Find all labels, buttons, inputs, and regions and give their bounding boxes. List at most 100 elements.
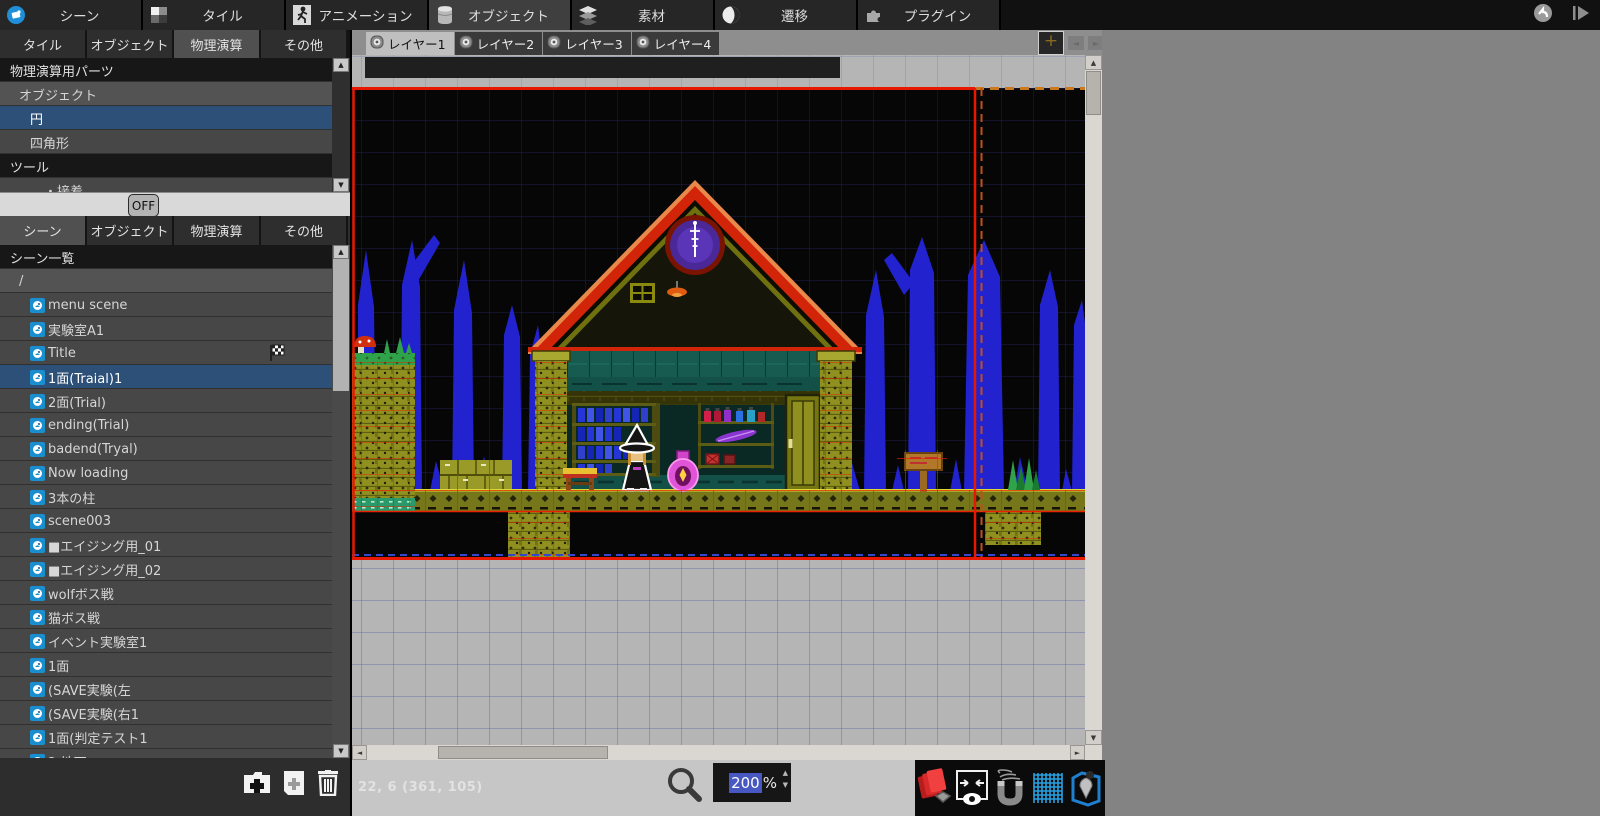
panel-tab[interactable]: その他 [261,216,346,245]
canvas-horizontal-scrollbar[interactable]: ◄ ► [352,745,1085,760]
scene-thumbnail-icon [30,346,45,361]
panel-tab[interactable]: オブジェクト [87,30,172,58]
scene-list-item[interactable]: 猫ボス戦 [0,605,332,629]
physics-toggle-bar: OFF [0,192,350,216]
scene-list-item[interactable]: Title [0,341,332,365]
scroll-up-arrow[interactable]: ▲ [333,58,349,72]
scene-list-item[interactable]: Now loading [0,461,332,485]
tab-tile[interactable]: タイル [143,0,286,30]
converge-view-tool-button[interactable] [954,766,990,810]
magnet-tool-button[interactable] [992,766,1028,810]
scene-list-item[interactable]: / [0,269,332,293]
panel-tab[interactable]: その他 [261,30,346,58]
scrollbar-thumb[interactable] [1086,71,1101,115]
panel-tab[interactable]: 物理演算 [174,30,259,58]
scene-list-item[interactable]: scene003 [0,509,332,533]
physics-list-item[interactable]: オブジェクト [0,82,332,106]
scene-list-item[interactable]: 実験室A1 [0,317,332,341]
undo-button[interactable] [1532,2,1554,28]
canvas-vertical-scrollbar[interactable]: ▲ ▼ [1085,55,1102,745]
canvas-tool-strip [915,760,1105,816]
panel-tab[interactable]: タイル [0,30,85,58]
scene-list-item[interactable]: 1面 [0,653,332,677]
scene-list-item[interactable]: ending(Trial) [0,413,332,437]
add-layer-button[interactable]: + [1038,31,1064,55]
scene-list-item[interactable]: イベント実験室1 [0,629,332,653]
scene-list-item[interactable]: badend(Tryal) [0,437,332,461]
canvas-status-bar: 22, 6 (361, 105) 200% ▲▼ [352,760,1105,816]
scene-list-item[interactable]: (SAVE実験(右1 [0,701,332,725]
plugin-icon [862,3,886,27]
physics-list-item[interactable]: ツール [0,154,332,178]
add-folder-button[interactable] [243,769,271,797]
cursor-coordinates: 22, 6 (361, 105) [358,780,483,795]
physics-parts-list: 物理演算用パーツ オブジェクト 円 四角形 ツール ・接着 [0,58,332,192]
scrollbar-thumb[interactable] [333,259,349,391]
scene-canvas[interactable] [352,55,1085,745]
scene-thumbnail-icon [30,322,45,337]
scene-thumbnail-icon [30,706,45,721]
scene-thumbnail-icon [30,394,45,409]
physics-list-item[interactable]: 四角形 [0,130,332,154]
scene-list-scrollbar[interactable]: ▲ ▼ [332,245,350,758]
object-icon [433,3,457,27]
scene-list-item[interactable]: menu scene [0,293,332,317]
scroll-up-arrow[interactable]: ▲ [333,245,349,259]
scene-list-item[interactable]: 2:地下 [0,749,332,758]
tab-plugin[interactable]: プラグイン [858,0,1001,30]
scene-list-toolbar [0,758,350,816]
canvas-margin-top [352,55,1085,88]
layer-tab[interactable]: レイヤー2 [455,32,543,55]
physics-list-item[interactable]: ・接着 [0,178,332,192]
scroll-down-arrow[interactable]: ▼ [1085,730,1102,745]
scene-list-item[interactable]: 2面(Trial) [0,389,332,413]
tab-scene[interactable]: シーン [0,0,143,30]
material-icon [576,3,600,27]
scene-thumbnail-icon [30,586,45,601]
map-flag-tool-button[interactable] [1068,766,1104,810]
physics-off-toggle[interactable]: OFF [128,194,159,217]
scene-list-item[interactable]: wolfボス戦 [0,581,332,605]
tab-material[interactable]: 素材 [572,0,715,30]
tab-object[interactable]: オブジェクト [429,0,572,30]
tile-icon [147,3,171,27]
scroll-down-arrow[interactable]: ▼ [333,178,349,192]
scroll-down-arrow[interactable]: ▼ [333,744,349,758]
scroll-up-arrow[interactable]: ▲ [1085,55,1102,70]
scene-list-item[interactable]: 1面(判定テスト1 [0,725,332,749]
physics-list-scrollbar[interactable]: ▲ ▼ [332,58,350,192]
scene-list-item[interactable]: 3本の柱 [0,485,332,509]
add-scene-button[interactable] [280,769,308,797]
layer-visibility-icon [370,35,384,52]
physics-list-item[interactable]: 円 [0,106,332,130]
layer-visibility-icon [636,35,650,52]
layer-tab[interactable]: レイヤー1 [366,32,454,55]
zoom-spinner[interactable]: ▲▼ [783,770,788,789]
layer-tab[interactable]: レイヤー4 [632,32,720,55]
delete-button[interactable] [314,769,342,797]
layer-visibility-icon [547,35,561,52]
grid-tool-button[interactable] [1030,766,1066,810]
scene-list-item[interactable]: ■エイジング用_02 [0,557,332,581]
scene-thumbnail-icon [30,730,45,745]
scene-list-item[interactable]: (SAVE実験(左 [0,677,332,701]
tab-animation[interactable]: アニメーション [286,0,429,30]
panel-tab[interactable]: オブジェクト [87,216,172,245]
scene-thumbnail-icon [30,682,45,697]
tab-transition[interactable]: 遷移 [715,0,858,30]
scene-list-item[interactable]: 1面(Traial)1 [0,365,332,389]
play-button[interactable] [1572,3,1592,27]
scene-list-item[interactable]: ■エイジング用_01 [0,533,332,557]
physics-list-item[interactable]: 物理演算用パーツ [0,58,332,82]
red-layers-tool-button[interactable] [916,766,952,810]
panel-tab[interactable]: 物理演算 [174,216,259,245]
zoom-input[interactable]: 200% ▲▼ [713,763,791,802]
animation-icon [290,3,314,27]
layer-tab[interactable]: レイヤー3 [543,32,631,55]
scroll-right-arrow[interactable]: ► [1070,745,1085,760]
scroll-left-arrow[interactable]: ◄ [352,745,367,760]
transition-icon [719,3,743,27]
scrollbar-thumb[interactable] [438,746,608,759]
panel-tab[interactable]: シーン [0,216,85,245]
scene-list-item[interactable]: シーン一覧 [0,245,332,269]
